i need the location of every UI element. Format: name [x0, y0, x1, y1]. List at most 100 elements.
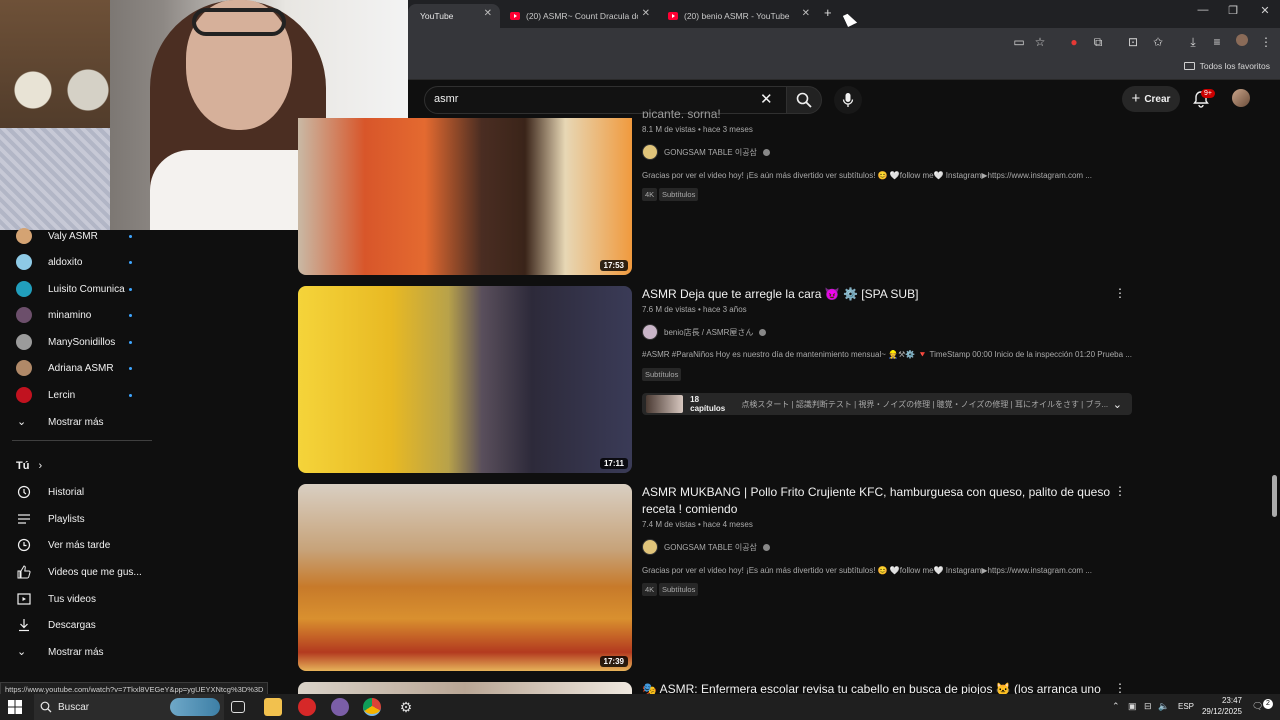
network-icon[interactable]: ⊟ — [1144, 701, 1152, 712]
search-input[interactable] — [434, 91, 734, 107]
history-icon — [17, 485, 31, 499]
you-section-heading[interactable]: Tú › — [16, 460, 42, 472]
sidebar-subscription[interactable]: aldoxito — [0, 249, 160, 275]
cast-icon[interactable]: ▭ — [1011, 34, 1027, 50]
extensions-puzzle-icon[interactable]: ⧉ — [1090, 34, 1106, 50]
chapters-expander[interactable]: 18 capítulos 点検スタート | 認識判断テスト | 視界・ノイズの修… — [642, 393, 1132, 415]
screenshot-icon[interactable]: ⊡ — [1125, 34, 1141, 50]
tab-youtube[interactable]: YouTube ✕ — [408, 4, 500, 28]
video-title[interactable]: ASMR Deja que te arregle la cara 😈 ⚙️ [S… — [642, 286, 1112, 303]
input-language[interactable]: ESP — [1178, 702, 1194, 711]
close-tab-icon[interactable]: ✕ — [802, 8, 810, 19]
close-window-button[interactable]: ✕ — [1250, 4, 1280, 17]
sidebar-item-label: Valy ASMR — [48, 230, 98, 242]
tab-benio[interactable]: (20) benio ASMR - YouTube ✕ — [658, 4, 818, 28]
your-videos-icon — [17, 593, 31, 605]
search-highlight-illustration — [170, 698, 220, 716]
sidebar-subscription[interactable]: Lercin — [0, 382, 160, 408]
channel-link[interactable]: GONGSAM TABLE 이공삼 — [642, 539, 770, 555]
video-meta: 7.4 M de vistas • hace 4 meses — [642, 520, 753, 529]
sidebar-subscription[interactable]: ManySonidillos — [0, 329, 160, 355]
settings-gear-icon[interactable]: ⚙ — [397, 698, 415, 716]
task-view-icon[interactable] — [231, 701, 245, 713]
you-heading-label: Tú — [16, 460, 30, 472]
youtube-favicon-icon — [510, 12, 520, 20]
video-thumbnail[interactable]: 17:39 — [298, 484, 632, 671]
channel-link[interactable]: benio店長 / ASMR屋さん — [642, 324, 767, 340]
sidebar-item-label: Playlists — [48, 513, 85, 525]
reading-list-icon[interactable]: ≡ — [1209, 34, 1225, 50]
close-tab-icon[interactable]: ✕ — [484, 8, 492, 19]
sidebar-item-label: Videos que me gus... — [48, 566, 142, 578]
tab-count-dracula[interactable]: (20) ASMR~ Count Dracula doe ✕ — [500, 4, 658, 28]
new-content-dot — [129, 393, 132, 397]
sidebar-item-label: Historial — [48, 486, 85, 498]
app-purple-icon[interactable] — [331, 698, 349, 716]
sidebar-item-label: Luisito Comunica — [48, 283, 125, 295]
chrome-icon[interactable] — [363, 698, 381, 716]
tray-app-icon[interactable]: ▣ — [1128, 701, 1137, 712]
sidebar-subscription[interactable]: Luisito Comunica — [0, 276, 160, 302]
tab-title: (20) benio ASMR - YouTube — [684, 11, 790, 21]
close-tab-icon[interactable]: ✕ — [642, 8, 650, 19]
downloads-icon[interactable]: ⤓ — [1185, 34, 1201, 50]
webcam-plush-toys — [0, 60, 110, 120]
show-more-subscriptions[interactable]: ⌄ Mostrar más — [0, 409, 160, 435]
file-explorer-icon[interactable] — [264, 698, 282, 716]
video-title[interactable]: 🎭 ASMR: Enfermera escolar revisa tu cabe… — [642, 681, 1102, 694]
folder-icon — [1183, 62, 1195, 70]
minimize-button[interactable]: — — [1188, 4, 1218, 16]
app-red-icon[interactable] — [298, 698, 316, 716]
badge-4k: 4K — [642, 188, 658, 201]
system-clock[interactable]: 23:47 29/12/2025 — [1202, 695, 1242, 717]
channel-name: GONGSAM TABLE 이공삼 — [664, 147, 757, 157]
tray-overflow-icon[interactable]: ⌃ — [1112, 701, 1120, 712]
video-duration: 17:53 — [599, 260, 628, 271]
channel-avatar — [16, 360, 32, 376]
all-bookmarks-label: Todos los favoritos — [1199, 61, 1270, 71]
video-thumbnail[interactable]: 17:11 — [298, 286, 632, 473]
restore-button[interactable]: ❐ — [1218, 4, 1248, 17]
sidebar-subscription[interactable]: Adriana ASMR — [0, 355, 160, 381]
video-thumbnail[interactable]: 17:53 — [298, 118, 632, 275]
new-tab-button[interactable]: + — [824, 5, 832, 20]
channel-link[interactable]: GONGSAM TABLE 이공삼 — [642, 144, 770, 160]
more-actions-icon[interactable]: ⋮ — [1114, 484, 1126, 498]
windows-start-icon[interactable] — [8, 700, 22, 714]
video-thumbnail[interactable] — [298, 682, 632, 694]
create-label: Crear — [1144, 93, 1171, 105]
more-actions-icon[interactable]: ⋮ — [1114, 681, 1122, 693]
search-icon — [40, 701, 52, 713]
volume-icon[interactable]: 🔈 — [1158, 701, 1169, 712]
playlists-icon — [18, 514, 30, 524]
create-button[interactable]: + Crear — [1122, 86, 1180, 112]
chevron-down-icon: ⌄ — [17, 646, 27, 658]
sidebar-subscription[interactable]: Valy ASMR — [0, 223, 160, 249]
all-bookmarks-folder[interactable]: Todos los favoritos — [1183, 61, 1270, 71]
browser-menu-icon[interactable]: ⋮ — [1258, 34, 1274, 50]
sidebar-item-watch-later[interactable]: Ver más tarde — [0, 532, 160, 558]
profile-avatar[interactable] — [1234, 34, 1250, 50]
sidebar-item-downloads[interactable]: Descargas — [0, 612, 160, 638]
scrollbar-thumb[interactable] — [1272, 475, 1277, 517]
channel-avatar — [16, 307, 32, 323]
sidebar-item-history[interactable]: Historial — [0, 479, 160, 505]
account-avatar[interactable] — [1232, 89, 1250, 107]
sidebar-item-label: Descargas — [48, 619, 96, 631]
channel-avatar — [16, 334, 32, 350]
taskbar-search[interactable]: Buscar — [34, 694, 224, 720]
more-actions-icon[interactable]: ⋮ — [1114, 286, 1126, 300]
video-title[interactable]: picante, sorna! — [642, 106, 1112, 118]
sidebar-subscription[interactable]: minamino — [0, 302, 160, 328]
verified-icon — [762, 148, 770, 156]
sidebar-item-playlists[interactable]: Playlists — [0, 506, 160, 532]
favorites-icon[interactable]: ✩ — [1150, 34, 1166, 50]
show-more-you[interactable]: ⌄ Mostrar más — [0, 639, 160, 665]
notification-center-icon[interactable]: 🗨 — [1252, 701, 1263, 712]
sidebar-item-liked-videos[interactable]: Videos que me gus... — [0, 559, 160, 585]
new-content-dot — [129, 313, 132, 317]
sidebar-item-your-videos[interactable]: Tus videos — [0, 586, 160, 612]
extension-red-icon[interactable]: ● — [1066, 34, 1082, 50]
bookmark-star-icon[interactable]: ☆ — [1032, 34, 1048, 50]
video-title[interactable]: ASMR MUKBANG | Pollo Frito Crujiente KFC… — [642, 484, 1112, 518]
